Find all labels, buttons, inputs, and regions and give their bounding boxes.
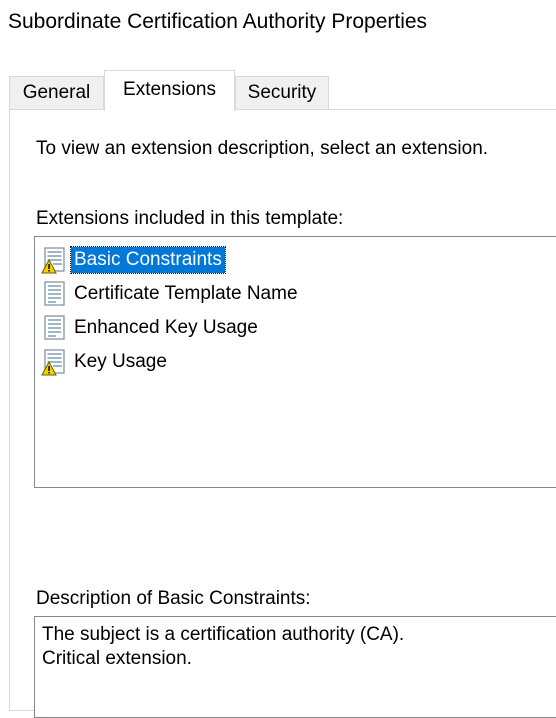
extension-icon <box>44 315 65 340</box>
extension-icon <box>44 281 65 306</box>
tab-general[interactable]: General <box>9 76 104 110</box>
description-line: Critical extension. <box>42 648 192 669</box>
extension-warning-icon <box>41 349 65 376</box>
list-item-label: Certificate Template Name <box>74 283 298 304</box>
list-item-label: Enhanced Key Usage <box>74 317 258 338</box>
extension-warning-icon <box>41 247 65 274</box>
list-item-key-usage[interactable]: Key Usage <box>41 347 170 377</box>
description-line: The subject is a certification authority… <box>42 624 405 645</box>
list-item-enhanced-key-usage[interactable]: Enhanced Key Usage <box>41 313 261 343</box>
list-item-basic-constraints[interactable]: Basic Constraints <box>41 245 226 275</box>
extensions-list-label: Extensions included in this template: <box>36 208 344 229</box>
tab-strip: General Extensions Security <box>9 70 556 111</box>
list-item-label: Key Usage <box>74 351 167 372</box>
tab-extensions[interactable]: Extensions <box>104 70 235 111</box>
extensions-listbox[interactable]: Basic Constraints Certificate Template N… <box>34 236 556 488</box>
window-title: Subordinate Certification Authority Prop… <box>8 10 428 33</box>
list-item-label: Basic Constraints <box>70 246 226 274</box>
description-textbox[interactable]: The subject is a certification authority… <box>34 616 556 718</box>
tab-security[interactable]: Security <box>235 76 329 110</box>
description-label: Description of Basic Constraints: <box>36 588 311 609</box>
list-item-certificate-template-name[interactable]: Certificate Template Name <box>41 279 301 309</box>
instruction-text: To view an extension description, select… <box>36 138 489 159</box>
